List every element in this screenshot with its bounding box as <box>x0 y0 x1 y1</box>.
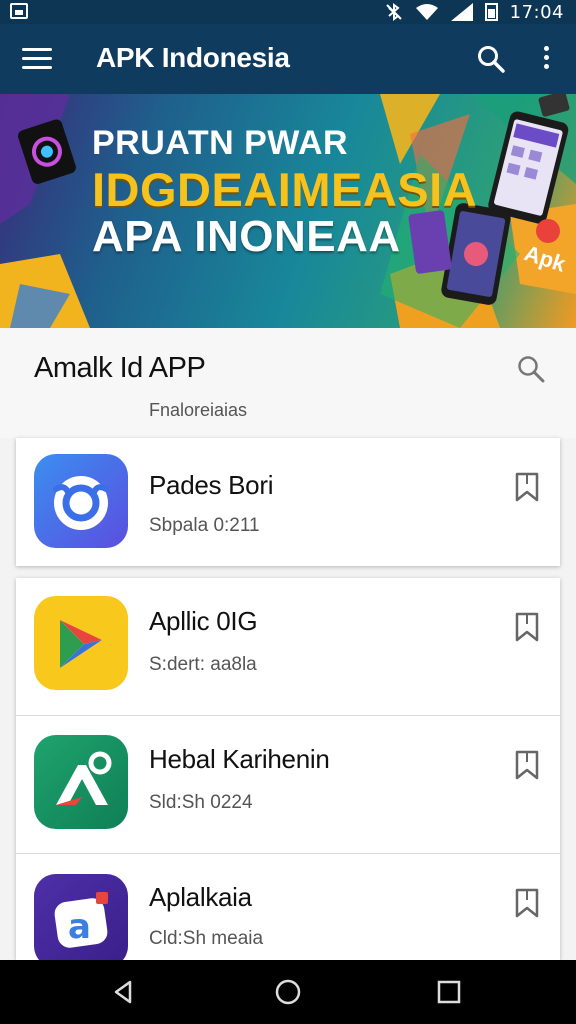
search-icon[interactable] <box>476 44 506 74</box>
home-icon[interactable] <box>272 976 304 1008</box>
app-meta: Cld:Sh meaia <box>149 928 264 949</box>
signal-icon <box>450 3 473 21</box>
green-a-icon <box>34 735 128 829</box>
navigation-bar <box>0 960 576 1024</box>
recent-apps-icon[interactable] <box>433 976 465 1008</box>
app-name: Pades Bori <box>149 470 274 500</box>
svg-text:a: a <box>68 907 91 947</box>
app-meta: S:dert: aa8la <box>149 654 257 675</box>
app-list-card: Apllic 0IG S:dert: aa8la Hebal Karihenin… <box>16 578 560 968</box>
play-triangle-icon <box>34 596 128 690</box>
banner-line-3: APA INONEAA <box>92 212 401 261</box>
back-icon[interactable] <box>108 976 140 1008</box>
banner-line-2: IDGDEAIMEASIA <box>92 163 478 216</box>
list-item[interactable]: Hebal Karihenin Sld:Sh 0224 <box>16 716 560 854</box>
bluetooth-off-icon <box>385 3 402 21</box>
app-name: Hebal Karihenin <box>149 744 330 774</box>
bookmark-icon[interactable] <box>512 610 542 644</box>
promo-banner[interactable]: PRUATN PWAR IDGDEAIMEASIA APA INONEAA Ap… <box>0 94 576 328</box>
status-time: 17:04 <box>509 1 564 23</box>
app-meta: Sbpala 0:211 <box>149 515 260 536</box>
list-item[interactable]: Pades Bori Sbpala 0:211 <box>16 438 560 566</box>
app-name: Aplalkaia <box>149 882 252 912</box>
list-item[interactable]: Apllic 0IG S:dert: aa8la <box>16 578 560 716</box>
blue-smile-icon <box>34 454 128 548</box>
section-subtitle: Fnaloreiaias <box>149 400 248 420</box>
bookmark-icon[interactable] <box>512 886 542 920</box>
wifi-icon <box>415 4 438 20</box>
app-bar: APK Indonesia <box>0 24 576 94</box>
hamburger-menu-icon[interactable] <box>22 48 52 70</box>
battery-icon <box>484 3 498 21</box>
app-name: Apllic 0IG <box>149 606 258 636</box>
status-bar: 17:04 <box>0 0 576 24</box>
list-item[interactable]: a Aplalkaia Cld:Sh meaia <box>16 854 560 968</box>
featured-app-card: Pades Bori Sbpala 0:211 <box>16 438 560 566</box>
banner-line-1: PRUATN PWAR <box>92 124 349 162</box>
app-title: APK Indonesia <box>96 42 290 73</box>
section-header: Amalk Id APP Fnaloreiaias <box>0 328 576 438</box>
image-notification-icon <box>10 3 28 19</box>
section-title: Amalk Id APP <box>34 352 206 384</box>
purple-a-icon: a <box>34 874 128 968</box>
more-options-icon[interactable] <box>536 44 556 74</box>
search-icon[interactable] <box>516 354 546 384</box>
app-meta: Sld:Sh 0224 <box>149 792 253 813</box>
bookmark-icon[interactable] <box>512 748 542 782</box>
bookmark-icon[interactable] <box>512 470 542 504</box>
